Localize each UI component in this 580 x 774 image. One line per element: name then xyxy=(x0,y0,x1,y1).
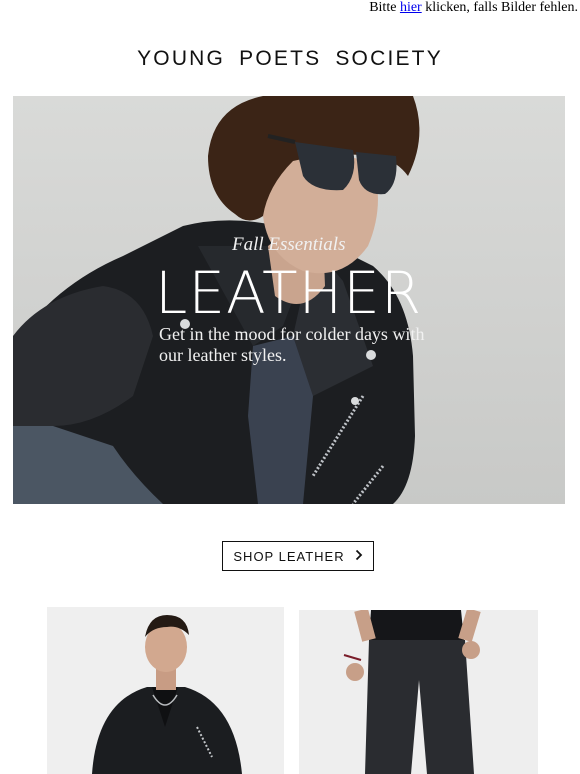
shop-leather-label: SHOP LEATHER xyxy=(233,548,345,564)
product-tile-jacket[interactable] xyxy=(47,607,284,774)
brand-logo[interactable]: YOUNG POETS SOCIETY xyxy=(0,47,580,71)
hero-subline: Get in the mood for colder days with our… xyxy=(159,324,425,365)
view-images-link[interactable]: hier xyxy=(400,0,422,15)
preheader-text-after: klicken, falls Bilder fehlen. xyxy=(421,0,578,15)
product-image-jacket xyxy=(47,607,284,774)
shop-leather-button[interactable]: SHOP LEATHER xyxy=(222,541,374,571)
product-tile-trousers[interactable] xyxy=(299,610,538,774)
preheader-text-before: Bitte xyxy=(369,0,400,15)
preheader: Bitte hier klicken, falls Bilder fehlen. xyxy=(369,0,578,16)
hero-headline: LEATHER xyxy=(155,259,423,327)
product-image-trousers xyxy=(299,610,538,774)
hero-banner[interactable]: Fall Essentials LEATHER Get in the mood … xyxy=(13,96,565,504)
hero-kicker: Fall Essentials xyxy=(232,234,346,255)
chevron-right-icon xyxy=(355,549,363,563)
